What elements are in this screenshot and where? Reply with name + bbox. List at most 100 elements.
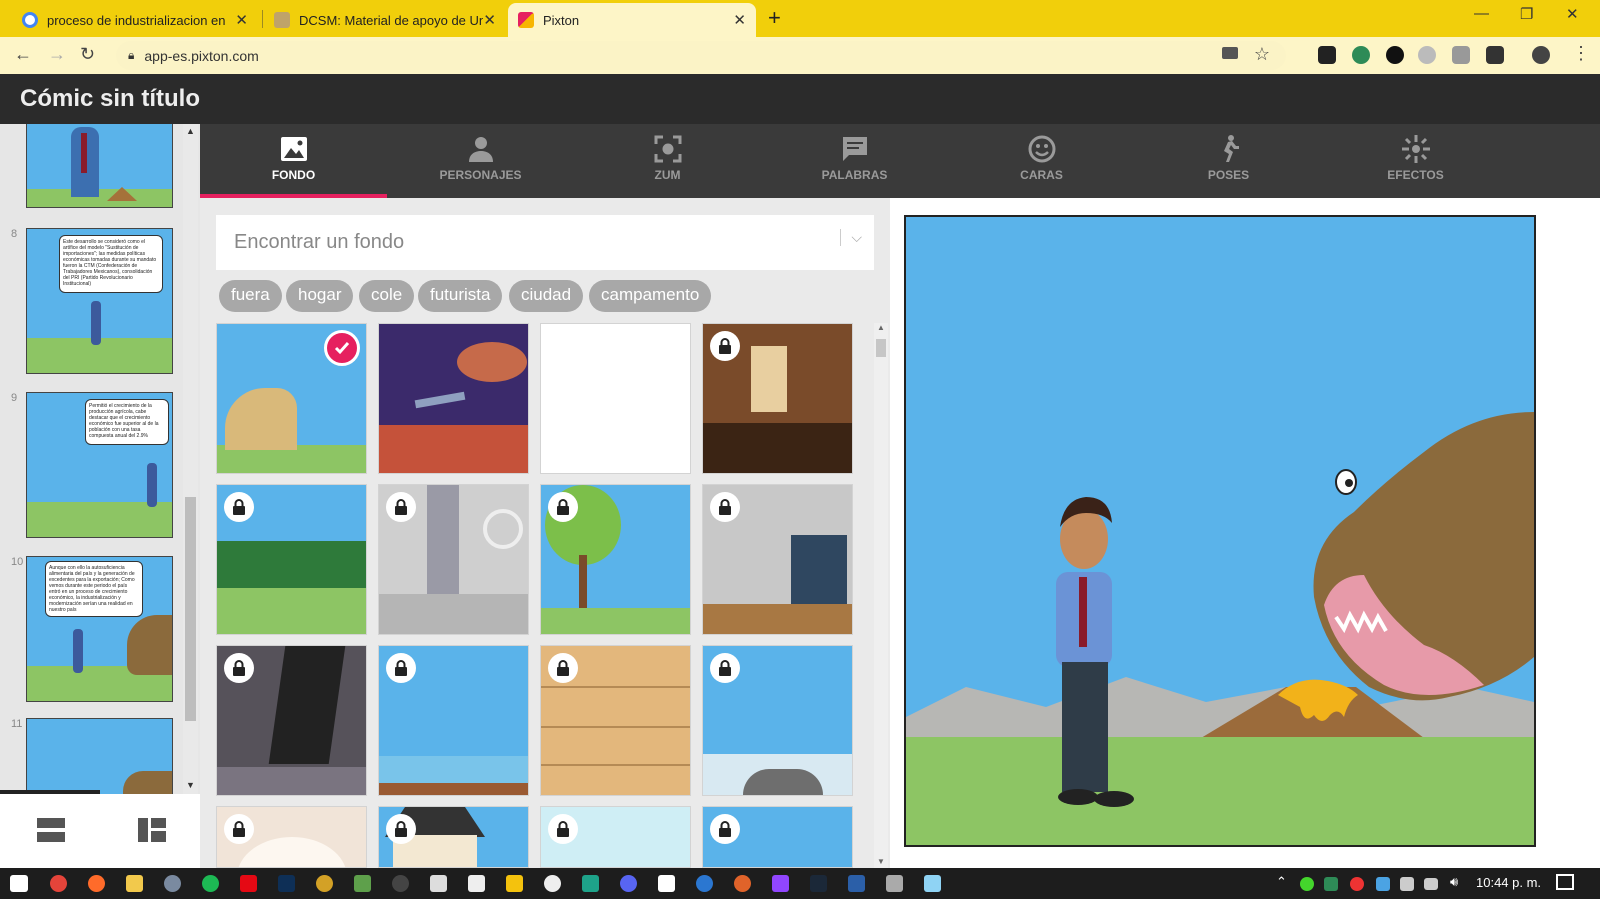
discord-icon[interactable] xyxy=(620,875,637,892)
tray-icon[interactable] xyxy=(1324,877,1338,891)
app-icon[interactable] xyxy=(696,875,713,892)
menu-kebab-icon[interactable]: ⋮ xyxy=(1572,43,1590,64)
scrollbar-thumb[interactable] xyxy=(876,339,886,357)
camera-blocked-icon[interactable] xyxy=(1222,47,1238,59)
category-chip-hogar[interactable]: hogar xyxy=(286,280,354,312)
tab-efectos[interactable]: EFECTOS xyxy=(1322,124,1509,198)
store-icon[interactable] xyxy=(468,875,485,892)
background-tile-light-room[interactable] xyxy=(540,806,691,868)
record-extension-icon[interactable] xyxy=(1386,46,1404,64)
file-explorer-icon[interactable] xyxy=(126,875,143,892)
strip-scrollbar-thumb[interactable] xyxy=(185,497,196,721)
close-tab-icon[interactable]: ✕ xyxy=(733,11,746,29)
panel-thumbnail-11[interactable] xyxy=(26,718,173,794)
tab-fondo[interactable]: FONDO xyxy=(200,124,387,198)
profile-avatar[interactable] xyxy=(1532,46,1550,64)
tab-poses[interactable]: POSES xyxy=(1135,124,1322,198)
app-icon[interactable] xyxy=(164,875,181,892)
comic-panel-canvas[interactable] xyxy=(904,215,1536,847)
app-icon[interactable] xyxy=(354,875,371,892)
app-icon[interactable] xyxy=(886,875,903,892)
background-tile-rocky-tunnel[interactable] xyxy=(216,645,367,796)
twitch-icon[interactable] xyxy=(772,875,789,892)
category-chip-fuera[interactable]: fuera xyxy=(219,280,282,312)
background-search-input[interactable]: Encontrar un fondo ⌵ xyxy=(216,215,874,270)
notepad-icon[interactable] xyxy=(658,875,675,892)
grid-layout-icon[interactable] xyxy=(138,818,166,842)
chevron-up-icon[interactable]: ⌃ xyxy=(1276,874,1287,890)
firefox-icon[interactable] xyxy=(88,875,105,892)
background-tile-sea-dock[interactable] xyxy=(378,645,529,796)
tab-caras[interactable]: CARAS xyxy=(948,124,1135,198)
extension-icon[interactable] xyxy=(1486,46,1504,64)
category-chip-campamento[interactable]: campamento xyxy=(589,280,712,312)
panel-thumbnail-8[interactable]: Este desarrollo se consideró como el art… xyxy=(26,228,173,374)
app-icon[interactable] xyxy=(544,875,561,892)
chrome-icon[interactable] xyxy=(50,875,67,892)
list-layout-icon[interactable] xyxy=(37,818,65,842)
background-tile-wood-floor[interactable] xyxy=(540,645,691,796)
volume-icon[interactable]: 🔊︎ xyxy=(1450,874,1458,890)
background-tile-school-hallway[interactable] xyxy=(702,484,853,635)
chevron-down-icon[interactable]: ⌵ xyxy=(840,229,862,246)
background-tile-park-bike[interactable] xyxy=(540,484,691,635)
tray-icon[interactable] xyxy=(1300,877,1314,891)
app-icon[interactable] xyxy=(734,875,751,892)
tab-google-search[interactable]: proceso de industrializacion en m ✕ xyxy=(12,3,258,37)
steam-icon[interactable] xyxy=(810,875,827,892)
category-chip-cole[interactable]: cole xyxy=(359,280,415,312)
background-tile-dining-room[interactable] xyxy=(702,323,853,474)
reload-icon[interactable]: ↻ xyxy=(80,44,95,65)
background-tile-blank-white[interactable] xyxy=(540,323,691,474)
app-icon[interactable] xyxy=(316,875,333,892)
forward-icon[interactable]: → xyxy=(48,44,66,65)
photoshop-icon[interactable] xyxy=(278,875,295,892)
background-tile-dinosaur-landscape[interactable] xyxy=(216,323,367,474)
tray-icon[interactable] xyxy=(1350,877,1364,891)
app-icon[interactable] xyxy=(506,875,523,892)
recycle-extension-icon[interactable] xyxy=(1352,46,1370,64)
tab-personajes[interactable]: PERSONAJES xyxy=(387,124,574,198)
new-tab-button[interactable]: + xyxy=(768,5,781,31)
close-window-icon[interactable]: ✕ xyxy=(1566,5,1579,23)
bookmark-star-icon[interactable]: ☆ xyxy=(1254,44,1270,65)
background-tile-futuristic-tower[interactable] xyxy=(378,484,529,635)
restore-icon[interactable]: ❐ xyxy=(1520,5,1533,23)
panel-thumbnail-7[interactable] xyxy=(26,124,173,208)
tab-dcsm[interactable]: DCSM: Material de apoyo de Uni ✕ xyxy=(264,3,506,37)
app-icon[interactable] xyxy=(582,875,599,892)
extension-icon[interactable] xyxy=(1418,46,1436,64)
minimize-icon[interactable]: — xyxy=(1474,5,1489,22)
category-chip-futurista[interactable]: futurista xyxy=(418,280,503,312)
extension-icon[interactable] xyxy=(1452,46,1470,64)
netflix-icon[interactable] xyxy=(240,875,257,892)
background-grid-scrollbar[interactable]: ▲ ▼ xyxy=(874,323,888,868)
comic-title[interactable]: Cómic sin título xyxy=(0,74,1600,124)
windows-start-icon[interactable] xyxy=(10,875,28,892)
close-tab-icon[interactable]: ✕ xyxy=(483,11,496,29)
background-tile-space-planet[interactable] xyxy=(378,323,529,474)
network-icon[interactable] xyxy=(1424,878,1438,890)
spotify-icon[interactable] xyxy=(202,875,219,892)
category-chip-ciudad[interactable]: ciudad xyxy=(509,280,584,312)
app-icon[interactable] xyxy=(924,875,941,892)
tab-zum[interactable]: ZUM xyxy=(574,124,761,198)
mail-icon[interactable] xyxy=(430,875,447,892)
taskbar-clock[interactable]: 10:44 p. m. xyxy=(1476,875,1541,890)
extension-icon[interactable] xyxy=(1318,46,1336,64)
background-tile-beach-rocks[interactable] xyxy=(702,645,853,796)
tab-palabras[interactable]: PALABRAS xyxy=(761,124,948,198)
app-icon[interactable] xyxy=(848,875,865,892)
back-icon[interactable]: ← xyxy=(14,44,32,65)
tab-pixton[interactable]: Pixton ✕ xyxy=(508,3,756,37)
close-tab-icon[interactable]: ✕ xyxy=(235,11,248,29)
url-bar[interactable]: 🔒︎ app-es.pixton.com ☆ xyxy=(116,41,1286,70)
background-tile-house-front[interactable] xyxy=(378,806,529,868)
panel-thumbnail-10[interactable]: Aunque con ello la autosuficiencia alime… xyxy=(26,556,173,702)
panel-thumbnail-9[interactable]: Permitió el crecimiento de la producción… xyxy=(26,392,173,538)
background-tile-forest-field[interactable] xyxy=(216,484,367,635)
notifications-icon[interactable] xyxy=(1556,874,1574,890)
background-tile-blue-sky[interactable] xyxy=(702,806,853,868)
app-icon[interactable] xyxy=(392,875,409,892)
background-tile-room-beige[interactable] xyxy=(216,806,367,868)
